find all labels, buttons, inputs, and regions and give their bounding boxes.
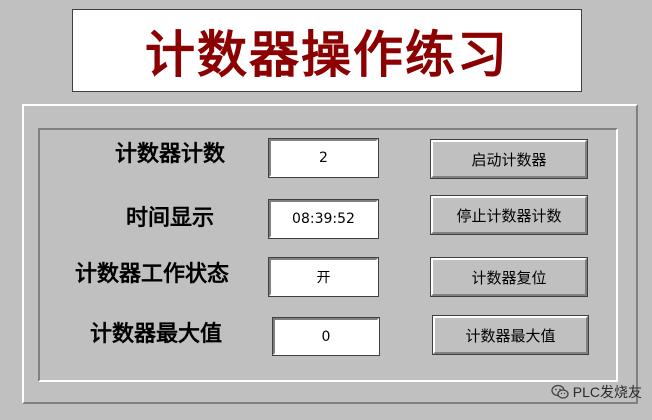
time-display-value: 08:39:52 bbox=[268, 199, 379, 239]
counter-max-label: 计数器最大值 bbox=[89, 322, 222, 347]
watermark-text: PLC发烧友 bbox=[572, 384, 642, 400]
stop-counter-button[interactable]: 停止计数器计数 bbox=[430, 195, 588, 235]
watermark: PLC发烧友 bbox=[551, 382, 642, 402]
wechat-icon bbox=[551, 384, 569, 399]
counter-max-button[interactable]: 计数器最大值 bbox=[432, 315, 589, 355]
counter-status-label: 计数器工作状态 bbox=[74, 262, 229, 287]
counter-count-value: 2 bbox=[268, 138, 379, 178]
reset-counter-button[interactable]: 计数器复位 bbox=[430, 257, 588, 297]
counter-status-value: 开 bbox=[268, 257, 379, 297]
start-counter-button[interactable]: 启动计数器 bbox=[430, 139, 588, 179]
counter-count-label: 计数器计数 bbox=[114, 142, 225, 167]
title-panel: 计数器操作练习 bbox=[72, 9, 582, 92]
time-display-label: 时间显示 bbox=[125, 206, 214, 231]
counter-max-value: 0 bbox=[272, 317, 380, 356]
page-title: 计数器操作练习 bbox=[145, 24, 509, 84]
